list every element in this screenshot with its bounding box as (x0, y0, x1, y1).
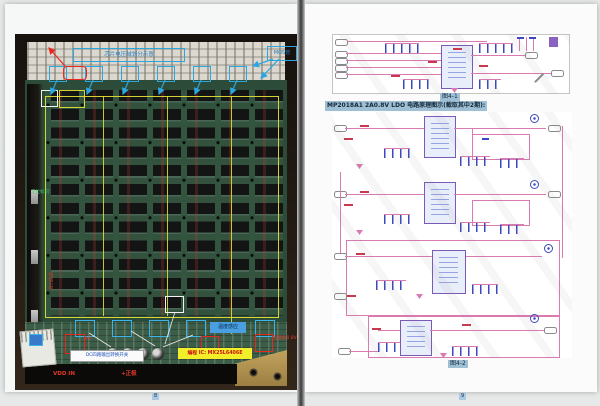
capacitor-group (460, 156, 490, 166)
wire (471, 73, 551, 74)
capacitor-group (378, 342, 400, 352)
wire (346, 60, 441, 61)
ic-symbol (424, 182, 456, 224)
ic-symbol (432, 250, 466, 294)
connector-symbol (548, 125, 561, 132)
capacitor-group (376, 280, 406, 290)
ground-symbol (356, 230, 363, 235)
red-net-label (360, 191, 369, 193)
connector-symbol (544, 327, 557, 334)
capacitor-group (385, 43, 419, 53)
right-page-number: 9 (459, 393, 466, 400)
figure1-caption: 图4-1 (440, 93, 460, 101)
wire (349, 351, 378, 352)
wire (340, 172, 341, 260)
red-net-label (391, 75, 400, 77)
wire (471, 55, 525, 56)
annotation-arrows (15, 34, 297, 390)
wire (345, 128, 425, 129)
wire (454, 194, 546, 195)
testpoint-symbol (530, 314, 539, 323)
connector-symbol (551, 70, 564, 77)
ic-symbol (400, 320, 432, 356)
red-net-label (428, 61, 437, 63)
schematic-figure-1 (332, 34, 570, 94)
capacitor-group (384, 214, 410, 224)
capacitor-group (460, 222, 490, 232)
red-net-label (360, 125, 369, 127)
figure2-caption: 图4-2 (448, 360, 468, 368)
wire (454, 128, 546, 129)
wire (378, 330, 400, 331)
red-net-label (344, 204, 353, 206)
component-mark (529, 37, 536, 39)
wire (562, 126, 563, 258)
connector-block (549, 37, 558, 47)
wire (519, 37, 520, 51)
wire (345, 194, 425, 195)
testpoint-symbol (530, 114, 539, 123)
section-heading: MP2018A1 2A0.8V LDO 电路原理图示(截取其中2期): (325, 101, 487, 111)
ic-symbol (441, 45, 473, 89)
connector-symbol (334, 293, 347, 300)
hashboard-photo: VDD IN +正极 (15, 34, 297, 390)
capacitor-group (452, 346, 478, 356)
capacitor-group (384, 148, 410, 158)
connector-symbol (525, 52, 538, 59)
testpoint-symbol (544, 244, 553, 253)
capacitor-group (472, 284, 498, 294)
page-divider (297, 0, 305, 406)
wire (526, 37, 527, 51)
red-net-label (356, 253, 365, 255)
left-page-number: 8 (152, 393, 159, 400)
capacitor-group (479, 79, 501, 89)
wire (430, 330, 544, 331)
red-net-label (347, 295, 356, 297)
ground-symbol (356, 164, 363, 169)
wire (346, 53, 441, 54)
red-net-label (453, 48, 462, 50)
document-viewer: VDD IN +正极 (0, 0, 600, 406)
component-mark (482, 138, 489, 140)
left-page: VDD IN +正极 (5, 4, 298, 392)
ic-symbol (424, 116, 456, 158)
capacitor-group (403, 79, 429, 89)
wire (533, 37, 534, 51)
component-mark (517, 37, 524, 39)
diode-symbol (534, 73, 544, 83)
wire (347, 41, 487, 42)
red-net-label (462, 324, 471, 326)
wire (472, 128, 473, 156)
red-net-label (372, 328, 381, 330)
connector-symbol (548, 191, 561, 198)
red-net-label (479, 65, 488, 67)
red-net-label (344, 138, 353, 140)
schematic-figure-2 (332, 112, 572, 358)
testpoint-symbol (530, 180, 539, 189)
capacitor-group (500, 224, 524, 234)
wire (346, 67, 441, 68)
capacitor-group (479, 43, 513, 53)
capacitor-group (500, 158, 524, 168)
